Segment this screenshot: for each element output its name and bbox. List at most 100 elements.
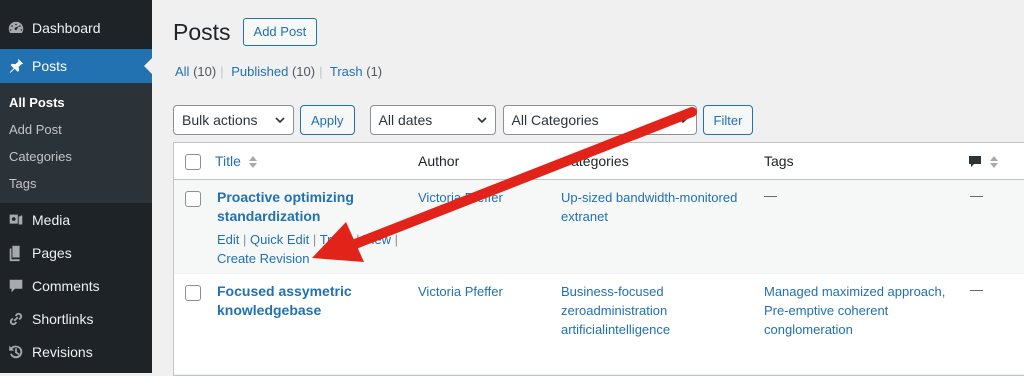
post-title-link[interactable]: Proactive optimizing standardization <box>217 188 398 226</box>
submenu-add-post[interactable]: Add Post <box>0 116 152 143</box>
view-all-count: (10) <box>193 64 217 79</box>
categories-column-header: Categories <box>561 153 629 169</box>
pages-icon <box>6 243 26 263</box>
pin-icon <box>6 56 26 76</box>
post-comments: — <box>970 188 983 203</box>
sidebar-item-label: Shortlinks <box>32 310 94 327</box>
category-line: zeroadministration <box>561 303 668 318</box>
post-tags[interactable]: Managed maximized approach, Pre-emptive … <box>764 282 945 339</box>
post-author-link[interactable]: Victoria Pfeffer <box>418 188 503 207</box>
sidebar-item-label: Revisions <box>32 343 93 360</box>
view-all-link[interactable]: All (10) <box>175 64 216 79</box>
create-revision-link[interactable]: Create Revision <box>217 249 398 268</box>
tag-line: Pre-emptive coherent <box>764 303 889 318</box>
main-content: Posts Add Post All (10) | Published (10) |… <box>152 0 1024 376</box>
view-trash-link[interactable]: Trash (1) <box>330 64 382 79</box>
sort-icon <box>248 156 257 169</box>
revisions-icon <box>6 342 26 362</box>
quick-edit-link[interactable]: Quick Edit <box>250 232 309 247</box>
table-header: Title Author Categories Tags <box>174 143 1024 180</box>
add-post-button[interactable]: Add Post <box>242 18 318 46</box>
admin-sidebar: Dashboard Posts All Posts Add Post Categ… <box>0 0 152 373</box>
sidebar-item-label: Pages <box>32 244 72 261</box>
sidebar-item-revisions[interactable]: Revisions <box>0 335 152 368</box>
post-title-link[interactable]: Focused assymetric knowledgebase <box>217 282 352 320</box>
sidebar-item-label: Media <box>32 211 71 228</box>
page-header: Posts Add Post <box>173 18 318 46</box>
chevron-down-icon <box>275 117 285 124</box>
post-title-line: knowledgebase <box>217 302 322 318</box>
tag-line: Managed maximized approach, <box>764 284 946 299</box>
bulk-actions-select[interactable]: Bulk actions <box>173 105 294 135</box>
post-title-line: standardization <box>217 208 321 224</box>
post-categories[interactable]: Up-sized bandwidth-monitored extranet <box>561 188 737 226</box>
comment-bubble-icon <box>969 156 981 168</box>
author-column-header: Author <box>418 153 460 169</box>
filter-button[interactable]: Filter <box>702 105 754 135</box>
separator: | <box>312 232 317 247</box>
sidebar-item-dashboard[interactable]: Dashboard <box>0 11 152 44</box>
view-link[interactable]: View <box>363 232 391 247</box>
posts-submenu: All Posts Add Post Categories Tags <box>0 83 152 203</box>
post-title-cell: Proactive optimizing standardization Edi… <box>217 188 398 268</box>
submenu-categories[interactable]: Categories <box>0 143 152 170</box>
view-published-label: Published <box>231 64 289 79</box>
sort-icon <box>989 156 998 169</box>
categories-filter-value: All Categories <box>511 112 599 128</box>
row-actions: Edit | Quick Edit | Trash | View | Creat… <box>217 230 398 268</box>
sidebar-item-label: Comments <box>32 277 100 294</box>
edit-link[interactable]: Edit <box>217 232 239 247</box>
table-row: Proactive optimizing standardization Edi… <box>174 180 1024 274</box>
view-trash-label: Trash <box>329 64 363 79</box>
categories-filter-select[interactable]: All Categories <box>502 105 697 135</box>
separator: | <box>243 232 247 247</box>
comments-icon <box>6 276 26 296</box>
row-checkbox[interactable] <box>185 285 201 301</box>
separator: | <box>356 232 360 247</box>
post-comments: — <box>970 282 983 297</box>
post-tags: — <box>764 188 777 203</box>
media-icon <box>6 210 26 230</box>
post-title-cell: Focused assymetric knowledgebase <box>217 282 352 320</box>
separator: | <box>394 232 399 247</box>
sidebar-item-posts[interactable]: Posts <box>0 49 152 83</box>
sidebar-item-label: Dashboard <box>32 19 101 36</box>
sidebar-item-pages[interactable]: Pages <box>0 236 152 269</box>
page-title: Posts <box>173 18 231 45</box>
post-title-line: Proactive optimizing <box>217 189 354 205</box>
bulk-actions-value: Bulk actions <box>182 112 258 128</box>
tag-line: conglomeration <box>764 322 853 337</box>
category-line: extranet <box>561 209 608 224</box>
chevron-down-icon <box>476 117 487 124</box>
dates-filter-select[interactable]: All dates <box>369 105 496 135</box>
table-row: Focused assymetric knowledgebase Victori… <box>174 274 1024 375</box>
sidebar-item-media[interactable]: Media <box>0 203 152 236</box>
submenu-all-posts[interactable]: All Posts <box>0 89 152 116</box>
view-published-count: (10) <box>291 64 316 79</box>
link-icon <box>6 309 26 329</box>
category-line: Business-focused <box>561 284 664 299</box>
row-checkbox[interactable] <box>185 191 201 207</box>
post-status-views: All (10) | Published (10) | Trash (1) <box>175 64 382 79</box>
posts-table: Title Author Categories Tags Proactive o… <box>173 142 1024 376</box>
apply-button[interactable]: Apply <box>300 105 355 135</box>
trash-link[interactable]: Trash <box>320 232 353 247</box>
view-published-link[interactable]: Published (10) <box>231 64 315 79</box>
view-all-label: All <box>175 64 190 79</box>
view-trash-count: (1) <box>366 64 383 79</box>
chevron-down-icon <box>677 117 688 124</box>
comments-column-header[interactable] <box>968 153 998 169</box>
sidebar-item-label: Posts <box>32 58 68 74</box>
separator: | <box>319 64 323 79</box>
sidebar-item-comments[interactable]: Comments <box>0 269 152 302</box>
separator: | <box>220 64 224 79</box>
post-categories[interactable]: Business-focused zeroadministration arti… <box>561 282 670 339</box>
sidebar-item-shortlinks[interactable]: Shortlinks <box>0 302 152 335</box>
post-author-link[interactable]: Victoria Pfeffer <box>418 282 503 301</box>
submenu-tags[interactable]: Tags <box>0 170 152 197</box>
category-line: Up-sized bandwidth-monitored <box>561 190 738 205</box>
title-header-label: Title <box>215 153 241 169</box>
select-all-checkbox[interactable] <box>185 154 201 170</box>
title-column-header[interactable]: Title <box>215 153 257 169</box>
table-nav: Bulk actions Apply All dates All Categor… <box>173 105 754 135</box>
